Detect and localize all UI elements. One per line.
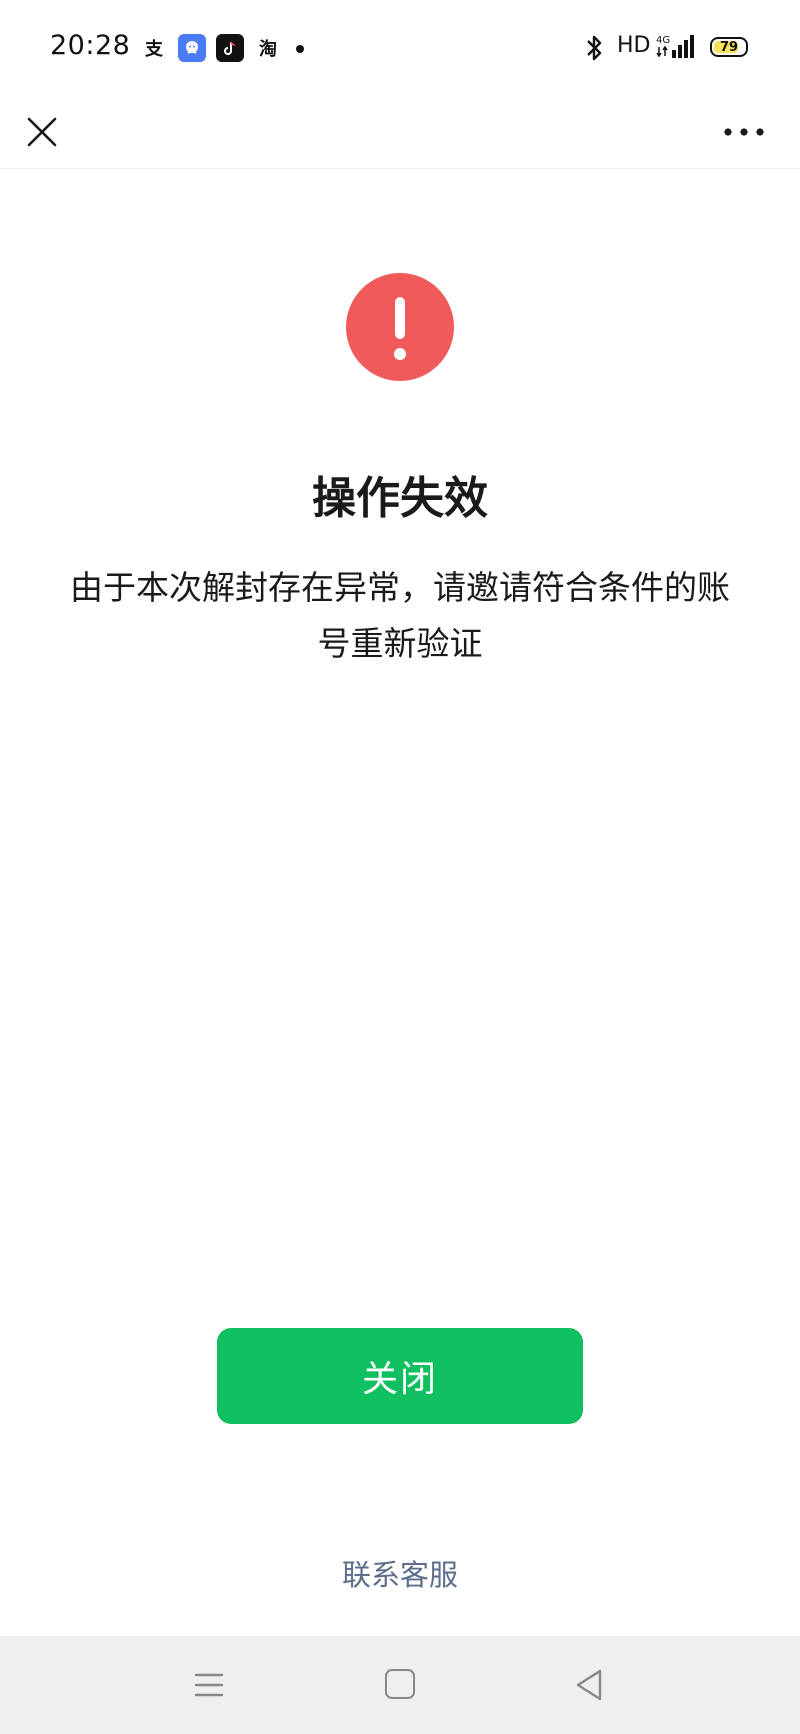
- signal-icon: 4G: [656, 35, 694, 58]
- taobao-icon: 淘: [259, 39, 277, 60]
- status-bar: 20:28 支 淘 HD 4G 79: [0, 0, 800, 100]
- error-message: 由于本次解封存在异常，请邀请符合条件的账号重新验证: [70, 568, 730, 663]
- battery-icon: 79: [710, 37, 748, 57]
- svg-text:4G: 4G: [656, 35, 670, 46]
- tiktok-icon: [216, 34, 244, 62]
- close-icon[interactable]: [22, 112, 62, 152]
- page-title: 操作失效: [312, 473, 488, 524]
- status-time: 20:28: [50, 30, 131, 61]
- contact-support-link[interactable]: 联系客服: [0, 1552, 800, 1594]
- menu-icon[interactable]: [194, 1671, 224, 1699]
- notification-dot: [296, 45, 304, 53]
- qq-icon: [178, 34, 206, 62]
- battery-label: 79: [719, 39, 739, 55]
- home-icon[interactable]: [385, 1669, 415, 1699]
- alipay-icon: 支: [145, 39, 163, 60]
- more-icon[interactable]: [722, 114, 766, 150]
- close-button[interactable]: 关闭: [217, 1328, 583, 1424]
- exclamation-icon: [346, 273, 454, 381]
- back-icon[interactable]: [574, 1667, 604, 1703]
- system-nav-bar: [0, 1636, 800, 1734]
- bluetooth-icon: [587, 35, 602, 61]
- hd-indicator: HD: [617, 33, 651, 58]
- nav-bar: [0, 100, 800, 169]
